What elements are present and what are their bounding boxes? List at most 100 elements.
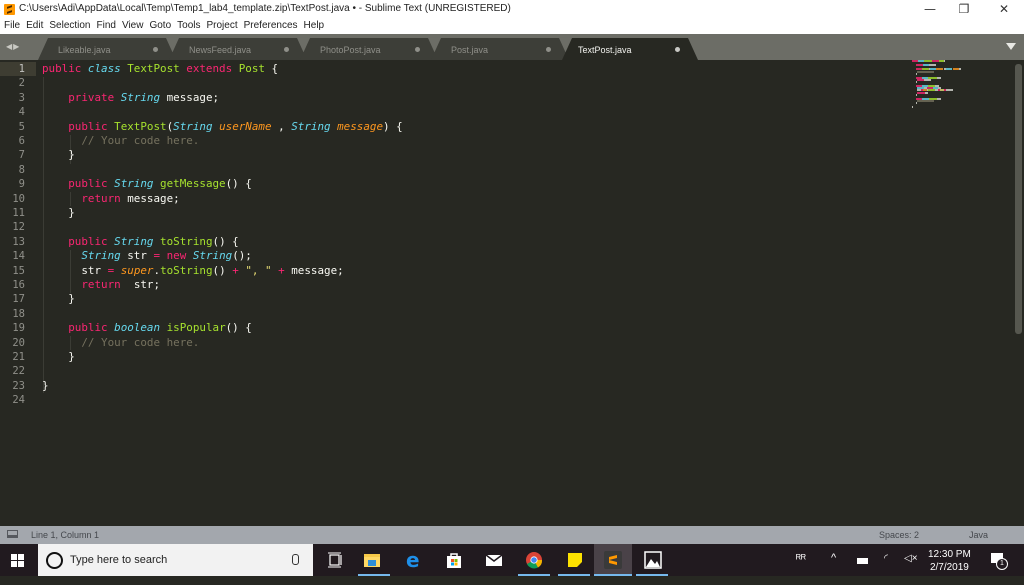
menu-help[interactable]: Help [301,18,328,34]
code-line[interactable]: // Your code here. [42,336,199,350]
menu-edit[interactable]: Edit [23,18,46,34]
code-line[interactable]: str = super.toString() + ", " + message; [42,263,343,278]
minimap-token [917,99,934,102]
code-token: // Your code here. [81,335,200,349]
unsaved-dot-icon[interactable] [284,47,289,52]
line-number: 7 [18,149,25,162]
menu-selection[interactable]: Selection [46,18,93,34]
menu-preferences[interactable]: Preferences [241,18,301,34]
minimap-token [915,64,923,67]
tab-newsfeed[interactable]: NewsFeed.java [169,38,307,60]
code-line[interactable]: public boolean isPopular() { [42,321,252,335]
close-button[interactable]: ✕ [984,0,1024,18]
status-bar: Line 1, Column 1 Spaces: 2 Java [0,526,1024,544]
tab-likeable[interactable]: Likeable.java [38,38,176,60]
tab-post[interactable]: Post.java [431,38,569,60]
code-line[interactable]: private String message; [42,91,219,105]
system-clock[interactable]: 12:30 PM 2/7/2019 [928,548,971,574]
code-token: , [271,119,292,133]
code-line[interactable]: } [42,292,75,306]
code-token: + [232,263,246,277]
clock-time: 12:30 PM [928,549,971,560]
code-line[interactable]: // Your code here. [42,134,199,148]
battery-icon[interactable] [857,558,868,564]
windows-start-icon[interactable] [11,554,24,567]
line-number: 10 [12,192,25,205]
code-token: new [166,249,193,263]
chrome-icon[interactable] [525,551,543,569]
sticky-notes-icon[interactable] [566,551,584,569]
code-token: String [81,249,128,263]
code-token: String [192,249,233,263]
panel-toggle-icon[interactable] [7,530,18,538]
unsaved-dot-icon[interactable] [546,47,551,52]
taskbar-search-box[interactable]: Type here to search [38,544,313,576]
photos-icon[interactable] [644,551,662,569]
tab-label: TextPost.java [578,45,632,55]
unsaved-dot-icon[interactable] [153,47,158,52]
tab-nav-arrows-icon[interactable]: ◀▶ [6,42,20,51]
line-number: 15 [12,264,25,277]
code-line[interactable]: public TextPost(String userName , String… [42,119,402,134]
code-token: TextPost [114,119,167,133]
code-line[interactable]: } [42,206,75,220]
code-editor[interactable]: 1 2 3 4 5 6 7 8 9 10 11 12 13 14 15 16 17 18 19 20 21 22 23 24 … [0,60,1024,526]
menu-goto[interactable]: Goto [146,18,174,34]
people-icon[interactable]: ᴿᴿ [796,553,806,585]
edge-browser-icon[interactable]: e [405,548,423,572]
code-line[interactable]: } [42,379,49,393]
code-token: ", " [245,263,279,277]
tab-photopost[interactable]: PhotoPost.java [300,38,438,60]
microsoft-store-icon[interactable] [445,551,463,569]
search-placeholder[interactable]: Type here to search [70,554,167,566]
line-number: 19 [12,322,25,335]
minimap-token [929,64,937,67]
maximize-button[interactable]: ❐ [944,0,984,18]
volume-muted-icon[interactable]: ◁× [904,553,918,585]
tab-list-dropdown-icon[interactable] [1006,43,1016,50]
wifi-icon[interactable]: ◜ [884,553,888,585]
code-token: = [107,263,121,277]
code-line[interactable]: public class TextPost extends Post { [42,62,278,76]
minimap-token [915,93,917,96]
menu-view[interactable]: View [119,18,147,34]
tab-label: Likeable.java [58,45,111,55]
show-hidden-icons-chevron-icon[interactable]: ^ [831,552,836,584]
minimap[interactable] [912,60,1012,120]
tab-textpost[interactable]: TextPost.java [562,38,698,60]
code-line[interactable]: } [42,350,75,364]
mail-icon[interactable] [485,551,503,569]
code-token: toString [160,234,213,248]
minimap-token [917,91,925,94]
windows-taskbar: Type here to search e ᴿᴿ ^ ◜ ◁× 12:30 PM… [0,544,1024,576]
code-token: public [68,234,115,248]
code-line[interactable]: public String getMessage() { [42,177,252,191]
sublime-text-taskbar-icon[interactable] [604,551,622,569]
code-line[interactable]: public String toString() { [42,235,239,249]
code-token: isPopular [166,321,226,335]
code-token: Post [238,62,272,75]
unsaved-dot-icon[interactable] [675,47,680,52]
code-line[interactable]: String str = new String(); [42,249,252,263]
file-explorer-icon[interactable] [363,551,381,569]
code-line[interactable]: } [42,148,75,162]
task-view-icon[interactable] [327,551,345,569]
syntax-selector[interactable]: Java [969,530,988,540]
microphone-icon[interactable] [292,554,299,565]
code-line[interactable]: return message; [42,192,179,206]
vertical-scrollbar[interactable] [1015,64,1022,334]
menu-tools[interactable]: Tools [174,18,203,34]
menu-find[interactable]: Find [94,18,119,34]
cortana-icon[interactable] [46,552,63,569]
menu-file[interactable]: File [0,18,23,34]
unsaved-dot-icon[interactable] [415,47,420,52]
menu-project[interactable]: Project [204,18,241,34]
code-token: = [153,249,167,263]
code-line[interactable]: return str; [42,278,160,292]
code-token: toString [160,263,213,277]
tab-label: Post.java [451,45,489,55]
indentation-setting[interactable]: Spaces: 2 [879,530,919,540]
line-number: 2 [18,77,25,90]
